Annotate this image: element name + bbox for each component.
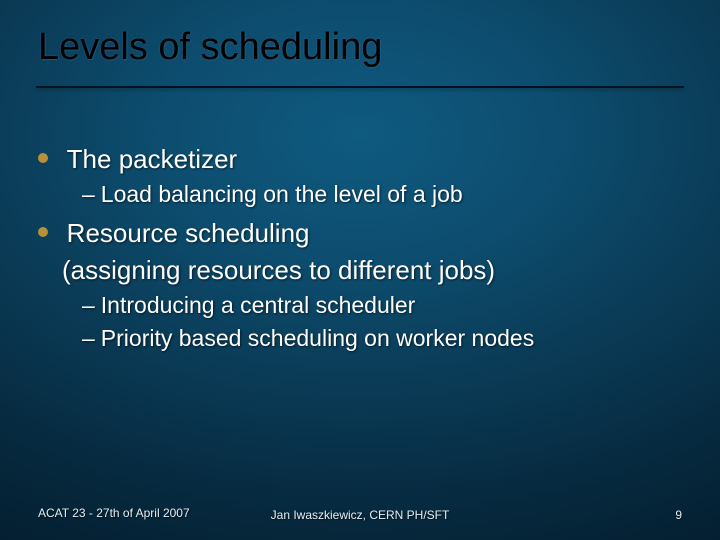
sub-bullet-2-2: –Priority based scheduling on worker nod… bbox=[82, 323, 682, 354]
footer: ACAT 23 - 27th of April 2007 Jan Iwaszki… bbox=[38, 482, 682, 522]
slide-body: The packetizer –Load balancing on the le… bbox=[38, 140, 682, 356]
dash-icon: – bbox=[82, 181, 95, 207]
footer-center: Jan Iwaszkiewicz, CERN PH/SFT bbox=[38, 508, 682, 522]
dash-icon: – bbox=[82, 325, 95, 351]
slide-number: 9 bbox=[675, 508, 682, 522]
slide-title: Levels of scheduling bbox=[38, 26, 682, 69]
bullet-2: Resource scheduling bbox=[38, 216, 682, 251]
bullet-2-continuation: (assigning resources to different jobs) bbox=[62, 253, 682, 288]
dash-icon: – bbox=[82, 292, 95, 318]
sub-bullet-2-1: –Introducing a central scheduler bbox=[82, 290, 682, 321]
bullet-1: The packetizer bbox=[38, 142, 682, 177]
slide: Levels of scheduling The packetizer –Loa… bbox=[0, 0, 720, 540]
bullet-1-text: The packetizer bbox=[67, 144, 238, 174]
sub-bullet-1-1: –Load balancing on the level of a job bbox=[82, 179, 682, 210]
bullet-2-text: Resource scheduling bbox=[67, 218, 310, 248]
title-underline bbox=[36, 86, 684, 88]
bullet-icon bbox=[38, 153, 48, 163]
bullet-icon bbox=[38, 227, 48, 237]
sub-bullet-2-1-text: Introducing a central scheduler bbox=[101, 292, 416, 318]
sub-bullet-2-2-text: Priority based scheduling on worker node… bbox=[101, 325, 534, 351]
sub-bullet-1-1-text: Load balancing on the level of a job bbox=[101, 181, 463, 207]
